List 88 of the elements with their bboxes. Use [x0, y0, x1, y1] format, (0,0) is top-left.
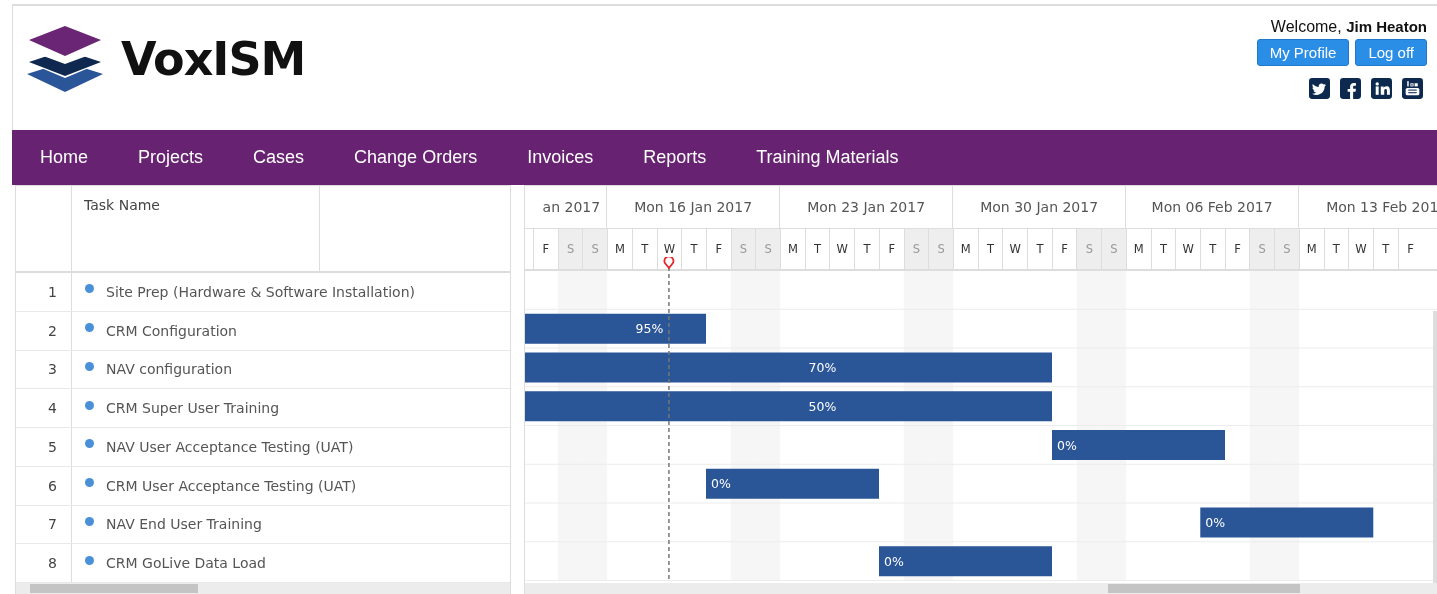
week-header: Mon 23 Jan 2017	[780, 186, 954, 228]
day-header: T	[1372, 229, 1398, 269]
week-header: Mon 06 Feb 2017	[1126, 186, 1300, 228]
day-header: S	[1101, 229, 1126, 269]
day-header: T	[631, 229, 657, 269]
day-header: T	[854, 229, 879, 269]
row-number: 1	[16, 273, 72, 311]
nav-link[interactable]: Home	[40, 147, 88, 168]
day-header: M	[952, 229, 978, 269]
progress-label: 50%	[808, 398, 837, 414]
nav-link[interactable]: Cases	[253, 147, 305, 168]
day-header: T	[977, 229, 1003, 269]
nav-link[interactable]: Projects	[138, 147, 204, 168]
bullet-icon	[85, 516, 94, 526]
bullet-icon	[85, 478, 94, 488]
day-header: W	[1348, 229, 1373, 269]
nav-link[interactable]: Invoices	[527, 147, 594, 168]
column-header: Task Name	[84, 197, 160, 213]
bullet-icon	[85, 400, 94, 410]
row-number: 2	[16, 311, 72, 350]
progress-label: 95%	[635, 321, 664, 337]
task-name[interactable]: NAV User Acceptance Testing (UAT)	[106, 438, 354, 455]
horizontal-scrollbar[interactable]	[525, 583, 1437, 594]
bullet-icon	[85, 361, 94, 371]
row-number: 4	[16, 389, 72, 427]
day-header: W	[829, 229, 855, 269]
task-name[interactable]: CRM GoLive Data Load	[106, 555, 266, 572]
day-header: S	[903, 229, 929, 269]
stacked-layers-logo-icon	[27, 26, 103, 92]
progress-label: 0%	[1205, 515, 1226, 530]
row-number: 6	[16, 466, 72, 505]
day-header: T	[1150, 229, 1176, 269]
week-header: an 2017	[525, 186, 608, 228]
task-name[interactable]: NAV End User Training	[106, 516, 262, 533]
row-number: 8	[16, 544, 72, 582]
task-name[interactable]: CRM Configuration	[106, 322, 237, 339]
logo-text: VoxISM	[121, 32, 306, 86]
day-header: S	[730, 229, 756, 269]
progress-label: 0%	[1057, 437, 1077, 453]
facebook-icon[interactable]	[1340, 78, 1361, 99]
day-header: S	[582, 229, 608, 269]
linkedin-icon[interactable]	[1371, 78, 1392, 99]
day-header: S	[755, 229, 781, 269]
welcome-text: Welcome, Jim Heaton	[1270, 18, 1427, 36]
bullet-icon	[85, 323, 94, 333]
day-header: S	[1274, 229, 1299, 269]
day-header: M	[1125, 229, 1151, 269]
day-header: F	[878, 229, 904, 269]
row-number: 3	[16, 350, 72, 389]
day-header: M	[780, 229, 805, 269]
day-header: T	[804, 229, 830, 269]
day-header: T	[1323, 229, 1349, 269]
day-header: S	[557, 229, 583, 269]
bullet-icon	[85, 555, 94, 565]
nav-link[interactable]: Reports	[643, 147, 707, 168]
task-name[interactable]: NAV configuration	[106, 361, 233, 378]
day-header: T	[1200, 229, 1225, 269]
nav-link[interactable]: Training Materials	[756, 147, 899, 168]
twitter-icon[interactable]	[1309, 78, 1330, 99]
progress-label: 0%	[884, 553, 904, 569]
horizontal-scrollbar[interactable]	[16, 583, 510, 594]
week-header: Mon 13 Feb 201	[1325, 198, 1437, 217]
day-header: F	[533, 229, 558, 269]
task-name[interactable]: CRM User Acceptance Testing (UAT)	[106, 477, 357, 494]
task-name[interactable]: Site Prep (Hardware & Software Installation)	[106, 283, 415, 300]
vertical-scrollbar[interactable]	[1433, 311, 1437, 583]
day-header: M	[607, 229, 632, 269]
week-header: Mon 16 Jan 2017	[607, 186, 781, 228]
day-header: T	[1027, 229, 1052, 269]
youtube-icon[interactable]	[1402, 78, 1423, 99]
day-header: S	[1249, 229, 1275, 269]
bullet-icon	[85, 284, 94, 294]
progress-label: 0%	[711, 476, 731, 492]
progress-label: 70%	[808, 360, 837, 375]
day-header: S	[1076, 229, 1102, 269]
week-header: Mon 30 Jan 2017	[953, 186, 1127, 228]
day-header: F	[1397, 229, 1423, 269]
task-name[interactable]: CRM Super User Training	[106, 400, 280, 417]
nav-link[interactable]: Change Orders	[354, 147, 478, 168]
day-header: F	[705, 229, 731, 269]
day-header: W	[1002, 229, 1028, 269]
day-header: M	[1298, 229, 1324, 269]
day-header: T	[681, 229, 706, 269]
day-header: W	[1175, 229, 1200, 269]
bullet-icon	[85, 439, 94, 449]
row-number: 5	[16, 428, 72, 466]
day-header: S	[928, 229, 953, 269]
row-number: 7	[16, 505, 72, 544]
